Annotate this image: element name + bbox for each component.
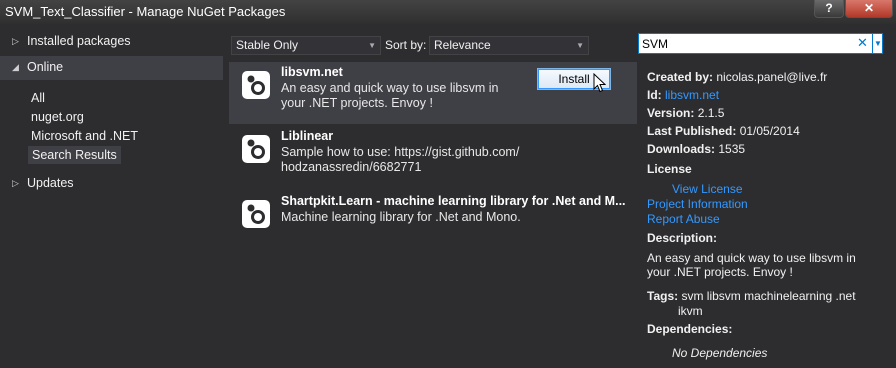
id-link[interactable]: libsvm.net — [665, 88, 719, 102]
chevron-down-icon: ▼ — [576, 41, 584, 50]
downloads-label: Downloads: — [647, 142, 715, 156]
report-abuse-link[interactable]: Report Abuse — [647, 212, 720, 226]
nav-updates[interactable]: ▷ Updates — [0, 172, 223, 196]
downloads-value: 1535 — [718, 142, 746, 156]
package-description: Sample how to use: https://gist.github.c… — [281, 145, 541, 175]
view-license-link[interactable]: View License — [672, 182, 743, 196]
last-published-value: 01/05/2014 — [739, 124, 800, 138]
filter-bar: Stable Only ▼ Sort by: Relevance ▼ — [229, 33, 631, 57]
no-dependencies-text: No Dependencies — [672, 346, 768, 360]
package-icon — [242, 71, 270, 99]
downloads-row: Downloads: 1535 — [647, 142, 745, 156]
nav-online-label: Online — [27, 60, 64, 74]
id-label: Id: — [647, 88, 662, 102]
sort-label: Sort by: — [385, 38, 427, 52]
tags-value: svm libsvm machinelearning .net — [681, 289, 856, 303]
version-label: Version: — [647, 106, 695, 120]
dependencies-label: Dependencies: — [647, 322, 733, 336]
nav-item-nuget-org[interactable]: nuget.org — [31, 108, 84, 126]
sort-dropdown[interactable]: Relevance ▼ — [429, 36, 589, 55]
license-label: License — [647, 162, 692, 176]
expand-arrow-icon[interactable]: ▷ — [12, 178, 19, 189]
version-value: 2.1.5 — [697, 106, 725, 120]
nav-item-microsoft-net[interactable]: Microsoft and .NET — [31, 127, 138, 145]
tags-row: Tags: svm libsvm machinelearning .net — [647, 289, 856, 303]
mouse-cursor-icon — [593, 73, 606, 93]
package-description-line: An easy and quick way to use libsvm in — [281, 81, 499, 95]
package-details-panel: Created by: nicolas.panel@live.fr Id: li… — [638, 62, 896, 368]
package-description-line: Machine learning library for .Net and Mo… — [281, 210, 521, 224]
package-name: Liblinear — [281, 129, 334, 143]
window-title: SVM_Text_Classifier - Manage NuGet Packa… — [5, 4, 286, 19]
description-label: Description: — [647, 231, 718, 245]
package-item-shartpkit[interactable]: Shartpkit.Learn - machine learning libra… — [229, 191, 637, 253]
expand-arrow-icon[interactable]: ▷ — [12, 36, 19, 47]
package-description-line: your .NET projects. Envoy ! — [281, 96, 433, 110]
package-list: libsvm.net An easy and quick way to use … — [229, 62, 637, 368]
description-text-line: An easy and quick way to use libsvm in — [647, 251, 856, 265]
sort-value: Relevance — [434, 38, 491, 52]
nav-item-search-results[interactable]: Search Results — [28, 146, 121, 164]
search-box: ✕ ▼ — [638, 33, 883, 54]
search-dropdown-icon[interactable]: ▼ — [872, 34, 883, 53]
id-row: Id: libsvm.net — [647, 88, 719, 102]
collapse-arrow-icon[interactable]: ◢ — [12, 62, 19, 73]
tags-label: Tags: — [647, 289, 679, 303]
created-by-value: nicolas.panel@live.fr — [716, 70, 828, 84]
stability-value: Stable Only — [236, 38, 299, 52]
last-published-label: Last Published: — [647, 124, 737, 138]
nav-installed-label: Installed packages — [27, 34, 131, 48]
nav-online[interactable]: ◢ Online — [0, 56, 223, 80]
last-published-row: Last Published: 01/05/2014 — [647, 124, 800, 138]
title-bar: SVM_Text_Classifier - Manage NuGet Packa… — [0, 0, 896, 24]
nav-panel: ▷ Installed packages ◢ Online All nuget.… — [0, 28, 223, 368]
project-information-link[interactable]: Project Information — [647, 197, 748, 211]
package-description: Machine learning library for .Net and Mo… — [281, 210, 601, 225]
created-by-label: Created by: — [647, 70, 714, 84]
nav-updates-label: Updates — [27, 176, 74, 190]
version-row: Version: 2.1.5 — [647, 106, 724, 120]
package-description-line: Sample how to use: https://gist.github.c… — [281, 145, 520, 159]
clear-search-icon[interactable]: ✕ — [857, 35, 868, 51]
package-name: libsvm.net — [281, 65, 343, 79]
package-item-libsvm[interactable]: libsvm.net An easy and quick way to use … — [229, 62, 637, 124]
package-item-liblinear[interactable]: Liblinear Sample how to use: https://gis… — [229, 126, 637, 188]
package-icon — [242, 200, 270, 228]
help-button[interactable]: ? — [814, 0, 844, 18]
search-input[interactable] — [642, 35, 852, 52]
package-description: An easy and quick way to use libsvm in y… — [281, 81, 511, 111]
created-by-row: Created by: nicolas.panel@live.fr — [647, 70, 827, 84]
chevron-down-icon: ▼ — [368, 41, 376, 50]
nav-item-all[interactable]: All — [31, 89, 45, 107]
tags-value-continued: ikvm — [678, 304, 703, 318]
description-text-line: your .NET projects. Envoy ! — [647, 265, 793, 279]
stability-dropdown[interactable]: Stable Only ▼ — [231, 36, 381, 55]
package-icon — [242, 135, 270, 163]
close-button[interactable]: ✕ — [845, 0, 893, 18]
package-name: Shartpkit.Learn - machine learning libra… — [281, 194, 626, 208]
nav-installed-packages[interactable]: ▷ Installed packages — [0, 30, 223, 54]
package-description-line: hodzanassredin/6682771 — [281, 160, 422, 174]
